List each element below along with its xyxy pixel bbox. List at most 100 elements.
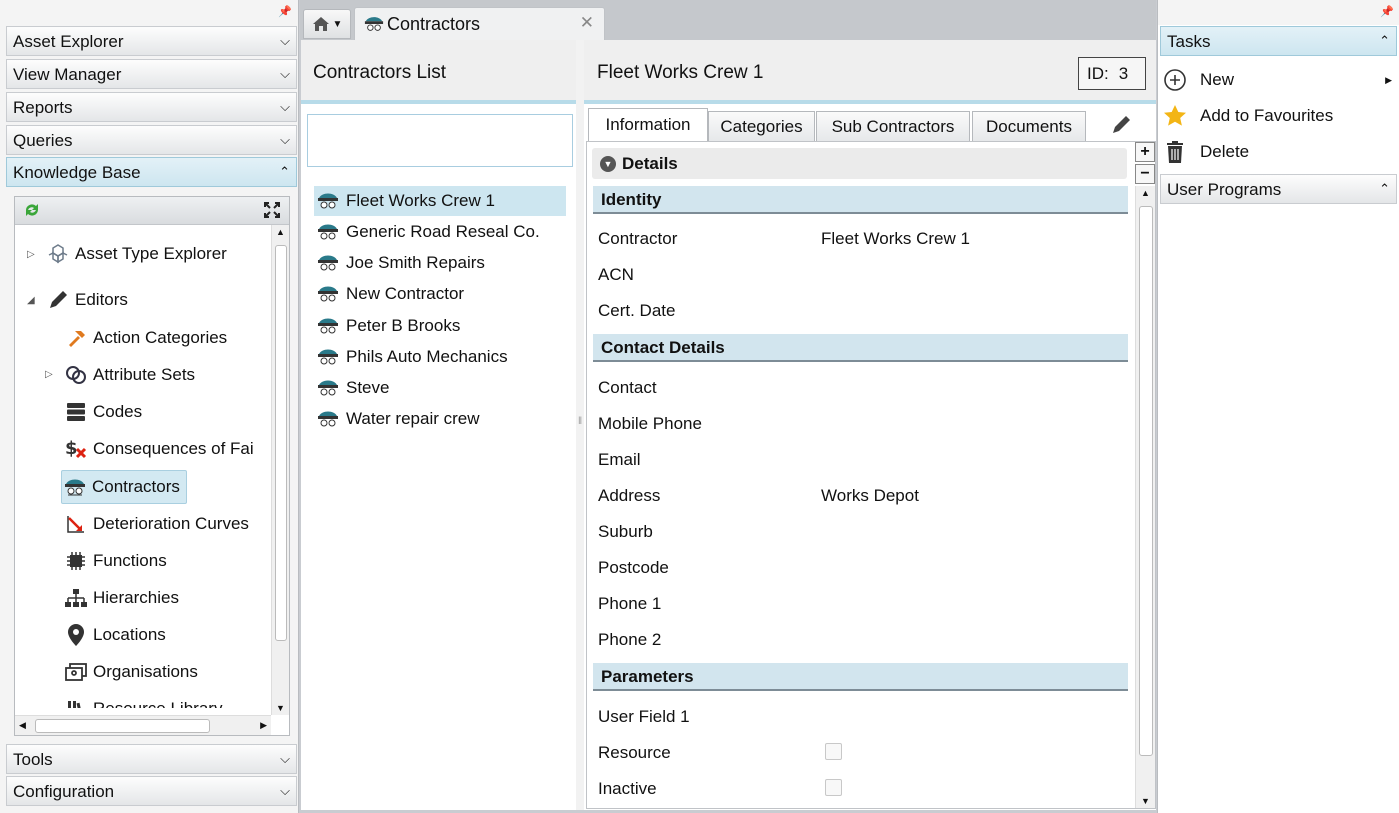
scroll-thumb[interactable]: [275, 245, 287, 641]
refresh-icon[interactable]: [23, 201, 41, 224]
tab-information[interactable]: Information: [588, 108, 708, 142]
contractor-icon: [316, 282, 342, 306]
task-new[interactable]: New ▶: [1162, 65, 1398, 95]
tree-item-editors[interactable]: Editors: [45, 285, 128, 315]
tree-item-consequences-of-failure[interactable]: $ Consequences of Fai: [63, 434, 254, 464]
tree-item-locations[interactable]: Locations: [63, 620, 166, 650]
scroll-up-icon[interactable]: ▲: [1141, 188, 1150, 198]
tree-item-contractors[interactable]: Contractors: [61, 470, 187, 504]
edit-pencil-icon[interactable]: [1108, 112, 1134, 138]
search-input[interactable]: [307, 114, 573, 167]
list-item[interactable]: Water repair crew: [314, 404, 566, 434]
section-asset-explorer[interactable]: Asset Explorer ⌵: [6, 26, 297, 56]
tree-item-deterioration-curves[interactable]: Deterioration Curves: [63, 509, 249, 539]
scroll-left-icon[interactable]: ◀: [19, 720, 26, 731]
contractor-icon: [363, 14, 387, 34]
scroll-down-icon[interactable]: ▼: [276, 703, 285, 713]
tab-label: Sub Contractors: [831, 116, 955, 136]
pin-icon[interactable]: 📌: [278, 5, 292, 18]
section-contact-details: Contact Details: [593, 334, 1128, 362]
tree-item-organisations[interactable]: Organisations: [63, 657, 198, 687]
tree-item-resource-library[interactable]: Resource Library: [63, 694, 222, 708]
form-vertical-scrollbar[interactable]: ▲ ▼: [1135, 186, 1155, 808]
tree-item-attribute-sets[interactable]: Attribute Sets: [63, 360, 195, 390]
tree-item-label: Hierarchies: [93, 588, 179, 607]
expand-all-button[interactable]: +: [1135, 142, 1155, 162]
tree-vertical-scrollbar[interactable]: ▲ ▼: [271, 225, 289, 715]
tree-item-label: Editors: [75, 290, 128, 309]
collapse-all-button[interactable]: −: [1135, 164, 1155, 184]
list-item[interactable]: Steve: [314, 373, 566, 403]
scroll-right-icon[interactable]: ▶: [260, 720, 267, 731]
section-view-manager[interactable]: View Manager ⌵: [6, 59, 297, 89]
list-item[interactable]: New Contractor: [314, 279, 566, 309]
list-item-label: Water repair crew: [346, 409, 480, 428]
contractor-icon: [316, 407, 342, 431]
expand-arrow-icon[interactable]: ▷: [45, 369, 53, 380]
section-label: Tools: [13, 750, 53, 769]
list-item-label: Phils Auto Mechanics: [346, 347, 508, 366]
collapse-arrow-icon[interactable]: ◢: [27, 295, 35, 306]
tab-label: Contractors: [387, 13, 481, 34]
tree-item-functions[interactable]: Functions: [63, 546, 167, 576]
tab-sub-contractors[interactable]: Sub Contractors: [816, 111, 970, 142]
tab-documents[interactable]: Documents: [972, 111, 1086, 142]
pin-icon[interactable]: 📌: [1380, 5, 1394, 18]
section-user-programs[interactable]: User Programs ⌃: [1160, 174, 1397, 204]
tree-item-label: Contractors: [92, 477, 180, 496]
list-item[interactable]: Joe Smith Repairs: [314, 248, 566, 278]
scroll-thumb[interactable]: [35, 719, 210, 733]
field-value-contractor[interactable]: Fleet Works Crew 1: [821, 229, 970, 249]
section-knowledge-base[interactable]: Knowledge Base ⌃: [6, 157, 297, 187]
tree-item-asset-type-explorer[interactable]: Asset Type Explorer: [45, 239, 227, 269]
task-delete[interactable]: Delete: [1162, 137, 1398, 167]
panel-splitter[interactable]: ‖: [576, 40, 584, 810]
resource-checkbox[interactable]: [825, 743, 842, 760]
list-item-label: Generic Road Reseal Co.: [346, 222, 540, 241]
scroll-thumb[interactable]: [1139, 206, 1153, 756]
expand-icon[interactable]: [263, 201, 281, 224]
section-reports[interactable]: Reports ⌵: [6, 92, 297, 122]
list-item[interactable]: Peter B Brooks: [314, 311, 566, 341]
details-expander[interactable]: ▼ Details: [592, 148, 1127, 179]
field-label-contact: Contact: [598, 378, 657, 397]
field-label-contractor: Contractor: [598, 229, 678, 248]
tree-item-hierarchies[interactable]: Hierarchies: [63, 583, 179, 613]
section-tools[interactable]: Tools ⌵: [6, 744, 297, 774]
section-label: Knowledge Base: [13, 163, 141, 182]
tree-item-label: Action Categories: [93, 328, 228, 347]
field-value-address[interactable]: Works Depot: [821, 486, 919, 506]
field-label-acn: ACN: [598, 265, 634, 284]
list-item[interactable]: Generic Road Reseal Co.: [314, 217, 566, 247]
chevron-down-icon: ⌵: [280, 33, 290, 48]
tree-item-action-categories[interactable]: Action Categories: [63, 323, 227, 353]
section-configuration[interactable]: Configuration ⌵: [6, 776, 297, 806]
section-queries[interactable]: Queries ⌵: [6, 125, 297, 155]
contractor-icon: [62, 475, 88, 499]
detail-header: Fleet Works Crew 1 ID: 3: [584, 40, 1156, 104]
inactive-checkbox[interactable]: [825, 779, 842, 796]
scroll-up-icon[interactable]: ▲: [276, 227, 285, 237]
id-label: ID:: [1087, 64, 1109, 83]
scroll-down-icon[interactable]: ▼: [1141, 796, 1150, 806]
list-item[interactable]: Phils Auto Mechanics: [314, 342, 566, 372]
tree-item-codes[interactable]: Codes: [63, 397, 142, 427]
field-label-mobile-phone: Mobile Phone: [598, 414, 702, 433]
tab-categories[interactable]: Categories: [708, 111, 815, 142]
tree-item-label: Resource Library: [93, 699, 222, 708]
dollar-cross-icon: $: [63, 437, 89, 461]
section-title: Contact Details: [601, 338, 725, 357]
tree-item-clip: Resource Library: [63, 694, 273, 708]
section-tasks[interactable]: Tasks ⌃: [1160, 26, 1397, 56]
hierarchy-icon: [63, 586, 89, 610]
tree-item-label: Functions: [93, 551, 167, 570]
close-icon[interactable]: ✕: [580, 13, 594, 33]
field-label-address: Address: [598, 486, 661, 505]
list-item[interactable]: Fleet Works Crew 1: [314, 186, 566, 216]
expand-arrow-icon[interactable]: ▷: [27, 249, 35, 260]
contractor-icon: [316, 376, 342, 400]
tab-contractors[interactable]: Contractors ✕: [354, 7, 605, 40]
tree-horizontal-scrollbar[interactable]: ◀ ▶: [15, 715, 271, 735]
home-dropdown-button[interactable]: ▼: [303, 9, 351, 39]
task-add-to-favourites[interactable]: Add to Favourites: [1162, 101, 1398, 131]
